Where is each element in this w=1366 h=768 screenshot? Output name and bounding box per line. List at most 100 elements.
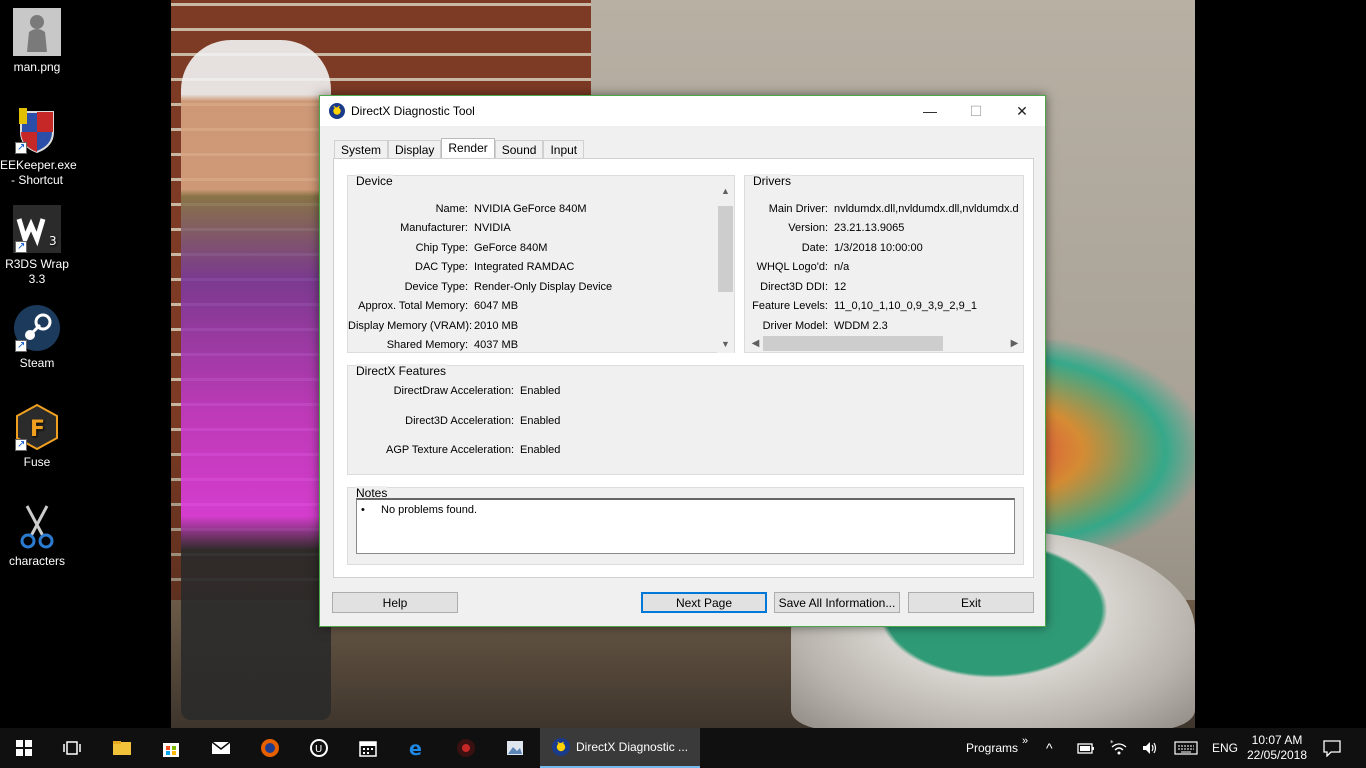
firefox-icon xyxy=(261,739,279,757)
maximize-button[interactable]: ☐ xyxy=(953,96,999,126)
tray-clock[interactable]: 10:07 AM 22/05/2018 xyxy=(1232,728,1322,768)
shield-icon xyxy=(13,106,61,155)
chevron-up-icon: ^ xyxy=(1046,740,1053,756)
desktop-icon-label: Steam xyxy=(19,356,55,370)
tray-touch-keyboard[interactable] xyxy=(1174,728,1198,768)
clock-time: 10:07 AM xyxy=(1251,733,1303,747)
save-all-information-button[interactable]: Save All Information... xyxy=(774,592,900,613)
edge-icon: e xyxy=(409,738,422,758)
scroll-thumb[interactable] xyxy=(763,336,943,351)
window-title: DirectX Diagnostic Tool xyxy=(351,104,475,118)
exit-button[interactable]: Exit xyxy=(908,592,1034,613)
desktop-icon-characters[interactable]: characters xyxy=(0,502,74,569)
feature-row: DirectDraw Acceleration: Enabled xyxy=(348,385,561,397)
tray-network[interactable]: * xyxy=(1110,728,1128,768)
device-key: Display Memory (VRAM): xyxy=(348,320,473,332)
scroll-down-arrow-icon[interactable]: ▼ xyxy=(717,336,734,353)
tab-render[interactable]: Render xyxy=(441,138,495,159)
notes-text-area[interactable]: • No problems found. xyxy=(356,498,1015,554)
feature-key: Direct3D Acceleration: xyxy=(405,415,514,427)
driver-row: Date: 1/3/2018 10:00:00 xyxy=(745,242,923,254)
feature-value: Enabled xyxy=(520,444,561,456)
tab-system[interactable]: System xyxy=(334,140,389,159)
svg-text:e: e xyxy=(409,738,422,758)
window-titlebar[interactable]: DirectX Diagnostic Tool — ☐ ✕ xyxy=(320,96,1045,126)
driver-row: Version: 23.21.13.9065 xyxy=(745,222,904,234)
driver-key: Date: xyxy=(801,242,828,254)
driver-key: WHQL Logo'd: xyxy=(756,261,828,273)
tab-input[interactable]: Input xyxy=(543,140,585,159)
help-button[interactable]: Help xyxy=(332,592,458,613)
scroll-left-arrow-icon[interactable]: ◀ xyxy=(747,335,764,352)
close-button[interactable]: ✕ xyxy=(999,96,1045,126)
driver-key: Version: xyxy=(788,222,828,234)
tray-volume[interactable] xyxy=(1141,728,1159,768)
calendar-icon xyxy=(359,741,377,757)
device-value: 6047 MB xyxy=(474,300,519,312)
notes-group: Notes • No problems found. xyxy=(347,486,1024,565)
taskbar: U e DirectX Diagnostic ... Programs » ^ … xyxy=(0,728,1366,768)
tray-action-center[interactable] xyxy=(1322,728,1342,768)
scroll-up-arrow-icon[interactable]: ▲ xyxy=(717,183,734,200)
drivers-group: Drivers Main Driver: nvldumdx.dll,nvldumd… xyxy=(744,174,1024,353)
taskbar-photos[interactable] xyxy=(491,728,539,768)
directx-icon xyxy=(552,738,570,756)
device-row: Display Memory (VRAM): 2010 MB xyxy=(348,320,518,332)
shortcut-arrow-icon xyxy=(15,140,27,155)
drivers-horizontal-scrollbar[interactable]: ◀ ▶ xyxy=(747,335,1023,352)
start-button[interactable] xyxy=(0,728,48,768)
device-key: Device Type: xyxy=(404,281,468,293)
taskbar-mail[interactable] xyxy=(197,728,245,768)
desktop-icon-steam[interactable]: Steam xyxy=(0,304,74,371)
tray-show-hidden[interactable]: ^ xyxy=(1046,728,1053,768)
chevron-double-icon: » xyxy=(1022,735,1029,747)
device-value: 2010 MB xyxy=(474,320,519,332)
fuse-icon: F xyxy=(13,403,61,452)
device-value: NVIDIA GeForce 840M xyxy=(474,203,587,215)
feature-value: Enabled xyxy=(520,385,561,397)
wallpaper-character xyxy=(181,40,331,720)
taskbar-directx-diagnostic[interactable]: DirectX Diagnostic ... xyxy=(540,728,700,768)
svg-text:*: * xyxy=(1110,740,1114,747)
next-page-button[interactable]: Next Page xyxy=(641,592,767,613)
minimize-button[interactable]: — xyxy=(907,96,953,126)
taskbar-store[interactable] xyxy=(147,728,195,768)
scroll-right-arrow-icon[interactable]: ▶ xyxy=(1006,335,1023,352)
driver-value: 23.21.13.9065 xyxy=(834,222,905,234)
device-group-title: Device xyxy=(356,174,393,188)
taskbar-file-explorer[interactable] xyxy=(98,728,146,768)
feature-row: Direct3D Acceleration: Enabled xyxy=(348,415,560,427)
taskbar-active-app-label: DirectX Diagnostic ... xyxy=(576,740,689,754)
directx-diagnostic-window: DirectX Diagnostic Tool — ☐ ✕ System Dis… xyxy=(319,95,1046,627)
device-value: NVIDIA xyxy=(474,222,511,234)
desktop-icon-eekeeper[interactable]: EEKeeper.exe - Shortcut xyxy=(0,106,77,188)
task-view-button[interactable] xyxy=(48,728,96,768)
task-view-icon xyxy=(63,741,81,755)
tray-programs[interactable]: Programs » xyxy=(966,728,1028,768)
tray-power[interactable] xyxy=(1077,728,1095,768)
device-row: DAC Type: Integrated RAMDAC xyxy=(348,261,574,273)
shortcut-arrow-icon xyxy=(15,437,27,452)
photos-icon xyxy=(507,741,523,755)
taskbar-firefox[interactable] xyxy=(246,728,294,768)
device-key: DAC Type: xyxy=(415,261,468,273)
desktop-icon-fuse[interactable]: F Fuse xyxy=(0,403,74,470)
taskbar-calendar[interactable] xyxy=(344,728,392,768)
device-key: Manufacturer: xyxy=(400,222,468,234)
tab-display[interactable]: Display xyxy=(388,140,442,159)
device-value: Integrated RAMDAC xyxy=(474,261,575,273)
taskbar-edge[interactable]: e xyxy=(393,728,441,768)
battery-icon xyxy=(1077,743,1094,754)
taskbar-app[interactable] xyxy=(442,728,490,768)
scroll-thumb[interactable] xyxy=(718,206,733,292)
drivers-content: Main Driver: nvldumdx.dll,nvldumdx.dll,nv… xyxy=(745,176,1023,336)
tab-sound[interactable]: Sound xyxy=(494,140,544,159)
device-vertical-scrollbar[interactable]: ▲ ▼ xyxy=(717,183,734,353)
tab-strip: System Display Render Sound Input xyxy=(334,138,585,159)
file-explorer-icon xyxy=(113,741,131,755)
device-key: Name: xyxy=(435,203,468,215)
desktop-icon-man-png[interactable]: man.png xyxy=(0,8,74,75)
desktop-icon-r3ds-wrap[interactable]: 3 R3DS Wrap 3.3 xyxy=(0,205,74,287)
taskbar-unreal-engine[interactable]: U xyxy=(295,728,343,768)
driver-key: Driver Model: xyxy=(762,320,828,332)
